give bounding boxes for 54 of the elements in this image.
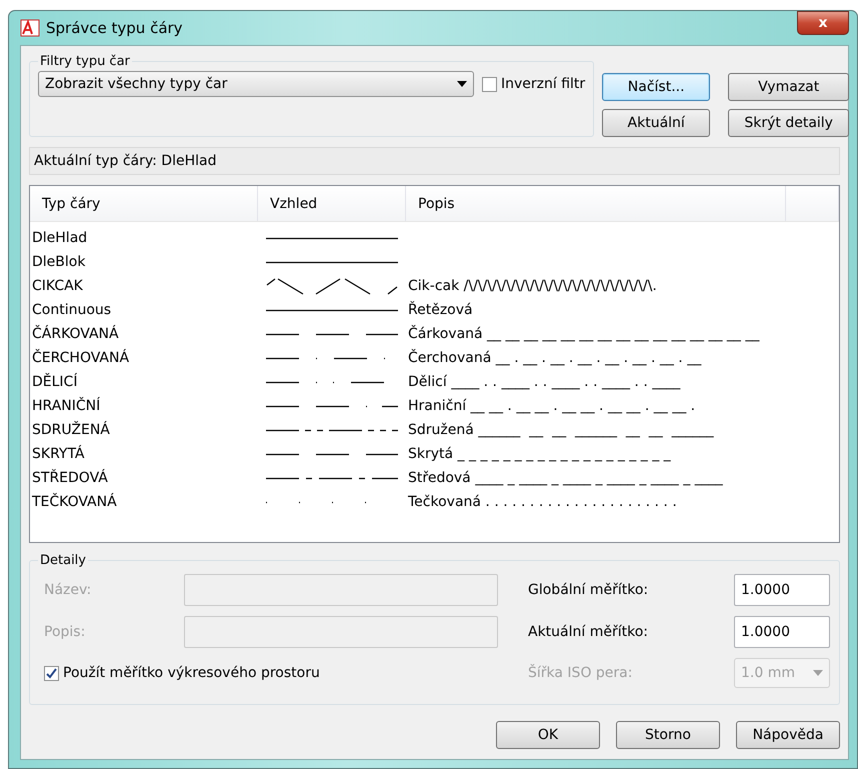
table-cell[interactable]: DleHlad [30, 230, 266, 246]
dialog-button[interactable]: OK [496, 721, 600, 749]
filter-dropdown[interactable]: Zobrazit všechny typy čar [38, 71, 474, 97]
table-cell-text: Dělicí ____ . . ____ . . ____ . . ____ . . ____ [407, 374, 682, 390]
table-cell-text: Cik-cak /\/\/\/\/\/\/\/\/\/\/\/\/\/\/\/\/\/\/\/\. [407, 278, 658, 294]
table-cell[interactable]: DleBlok [30, 254, 266, 270]
table-cell-text: Středová ____ _ ____ _ ____ _ ____ _ ____ _ ____ [407, 470, 724, 486]
table-cell[interactable]: SDRUŽENÁ [30, 422, 266, 438]
column-header[interactable]: Typ čáry [30, 186, 258, 221]
input-field[interactable]: 1.0000 [734, 574, 830, 606]
dialog-button[interactable]: Storno [616, 721, 720, 749]
caret-icon [813, 670, 823, 676]
table-cell-text: Čárkovaná __ __ __ __ __ __ __ __ __ __ __ __ __ __ __ [407, 326, 760, 342]
input-field[interactable] [184, 616, 498, 648]
table-cell-text: Skrytá _ _ _ _ _ _ _ _ _ _ _ _ _ _ _ _ _ _ _ [407, 446, 672, 462]
field-label: Globální měřítko: [528, 582, 650, 598]
table-cell-text: Hraniční __ __ . __ __ . __ __ . __ __ . __ __ . [407, 398, 696, 414]
field-label: Název: [44, 582, 92, 598]
table-cell-text: Sdružená ______ __ __ ______ __ __ ______ [407, 422, 715, 438]
input-field[interactable] [184, 574, 498, 606]
group-legend: Detaily [38, 553, 88, 568]
dialog-button[interactable]: Skrýt detaily [728, 109, 850, 137]
checkbox[interactable] [482, 76, 497, 92]
table-cell[interactable]: HRANIČNÍ [30, 398, 266, 414]
dialog-button[interactable]: Načíst... [602, 73, 710, 101]
table-cell[interactable]: ČERCHOVANÁ [30, 350, 266, 366]
app-logo-icon [20, 19, 40, 37]
table-cell[interactable]: SKRYTÁ [30, 446, 266, 462]
checkbox[interactable] [44, 666, 59, 680]
checkbox-label: Použít měřítko výkresového prostoru [63, 665, 320, 681]
dialog-button[interactable]: Aktuální [602, 109, 710, 137]
field-label: Popis: [44, 624, 86, 640]
window-title: Správce typu čáry [46, 19, 184, 37]
table-cell[interactable]: Continuous [30, 302, 266, 318]
caret-icon [457, 81, 467, 87]
table-cell[interactable]: ČÁRKOVANÁ [30, 326, 266, 342]
table-cell-text: Řetězová [407, 302, 474, 318]
dialog-button[interactable]: Vymazat [728, 73, 850, 101]
table-cell[interactable]: DĚLICÍ [30, 374, 266, 390]
checkbox-label: Inverzní filtr [501, 76, 586, 92]
field-label: Šířka ISO pera: [528, 665, 634, 681]
table-cell[interactable]: TEČKOVANÁ [30, 494, 266, 510]
close-button[interactable]: x [797, 11, 849, 35]
column-header[interactable]: Popis [406, 186, 786, 221]
table-cell-text: Tečkovaná . . . . . . . . . . . . . . . . . . . . . . [407, 494, 678, 510]
column-header[interactable]: Vzhled [258, 186, 406, 221]
field-label: Aktuální měřítko: [528, 624, 650, 640]
table-cell[interactable]: CIKCAK [30, 278, 266, 294]
current-linetype-text: Aktuální typ čáry: DleHlad [34, 153, 216, 169]
group-legend: Filtry typu čar [38, 54, 132, 69]
table-cell-text: Čerchovaná __ . __ . __ . __ . __ . __ . __ . __ [407, 350, 702, 366]
table-cell[interactable]: STŘEDOVÁ [30, 470, 266, 486]
dialog-button[interactable]: Nápověda [736, 721, 840, 749]
input-field[interactable]: 1.0000 [734, 616, 830, 648]
